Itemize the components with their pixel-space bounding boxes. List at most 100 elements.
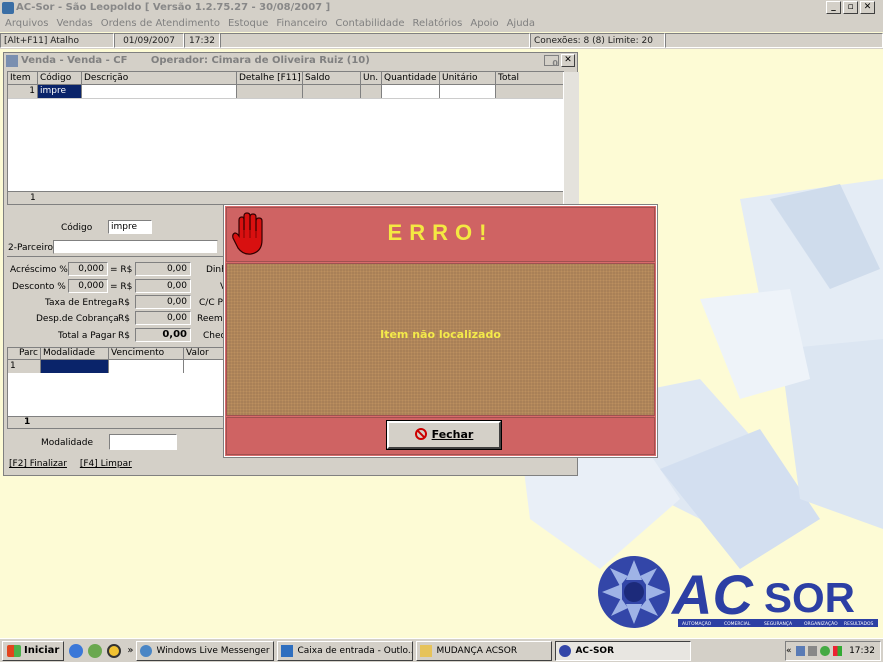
acrescimo-pct-input[interactable]: 0,000: [68, 262, 108, 276]
tray-chevron[interactable]: «: [786, 646, 792, 656]
col-parc[interactable]: Parc: [8, 348, 41, 359]
table-row[interactable]: 1: [8, 360, 228, 373]
windows-logo-icon: [7, 644, 21, 657]
col-total[interactable]: Total: [496, 72, 563, 84]
payments-grid[interactable]: Parc Modalidade Vencimento Valor 1 1: [7, 347, 229, 429]
cell-detalhe[interactable]: [237, 85, 303, 98]
cell-saldo: [303, 85, 361, 98]
table-row[interactable]: 1 impre: [8, 85, 563, 99]
restore-button[interactable]: ▫: [843, 1, 858, 14]
col-unitario[interactable]: Unitário: [440, 72, 496, 84]
menu-financeiro[interactable]: Financeiro: [276, 16, 327, 32]
volume-icon[interactable]: [807, 646, 818, 656]
app-title-bar[interactable]: AC-Sor - São Leopoldo [ Versão 1.2.75.27…: [0, 0, 883, 16]
col-codigo[interactable]: Código: [38, 72, 82, 84]
menu-apoio[interactable]: Apoio: [470, 16, 498, 32]
acsor-logo: AC SOR AUTOMAÇÃO COMERCIAL SEGURANÇA ORG…: [598, 556, 878, 628]
start-button[interactable]: Iniciar: [2, 640, 65, 661]
cell-vencimento[interactable]: [109, 360, 184, 373]
taxa-entrega-value[interactable]: 0,00: [135, 295, 191, 309]
status-connections: Conexões: 8 (8) Limite: 20: [530, 33, 665, 48]
desp-cobranca-rs-label: R$: [118, 314, 130, 324]
quicklaunch-chevron[interactable]: »: [127, 645, 133, 656]
cell-descricao[interactable]: [82, 85, 237, 98]
fechar-label: Fechar: [431, 428, 474, 441]
close-button[interactable]: ✕: [860, 1, 875, 14]
brand-tagline-3: SEGURANÇA: [764, 621, 793, 627]
taskbar: Iniciar » Windows Live Messenger Caixa d…: [0, 638, 883, 662]
parceiro-input[interactable]: [53, 240, 218, 254]
error-header: ERRO!: [226, 207, 655, 262]
fechar-button[interactable]: Fechar: [386, 420, 502, 450]
menu-vendas[interactable]: Vendas: [57, 16, 93, 32]
brand-tagline-2: COMERCIAL: [724, 621, 751, 627]
cell-modalidade[interactable]: [41, 360, 109, 373]
menu-arquivos[interactable]: Arquivos: [5, 16, 49, 32]
items-grid-scrollbar[interactable]: [563, 72, 579, 206]
col-valor[interactable]: Valor: [184, 348, 228, 359]
cheque-label: Chec: [203, 331, 226, 341]
items-grid[interactable]: Item Código Descrição Detalhe [F11] Sald…: [7, 71, 579, 206]
col-modalidade[interactable]: Modalidade: [41, 348, 109, 359]
window-logo-icon: [6, 55, 18, 67]
tray-clock[interactable]: 17:32: [849, 646, 875, 656]
desp-cobranca-value[interactable]: 0,00: [135, 311, 191, 325]
cell-unitario[interactable]: [440, 85, 496, 98]
payments-grid-footer: 1: [8, 416, 228, 428]
items-grid-header: Item Código Descrição Detalhe [F11] Sald…: [8, 72, 563, 85]
col-quantidade[interactable]: Quantidade: [382, 72, 440, 84]
menu-ordens[interactable]: Ordens de Atendimento: [101, 16, 220, 32]
cell-quantidade[interactable]: [382, 85, 440, 98]
col-detalhe[interactable]: Detalhe [F11]: [237, 72, 303, 84]
desconto-value[interactable]: 0,00: [135, 279, 191, 293]
total-pagar-value: 0,00: [135, 328, 191, 342]
no-entry-icon: [414, 428, 427, 440]
task-outlook[interactable]: Caixa de entrada - Outlo...: [277, 640, 414, 661]
cell-codigo[interactable]: impre: [38, 85, 82, 98]
menu-bar: Arquivos Vendas Ordens de Atendimento Es…: [0, 16, 883, 32]
minimize-button[interactable]: _: [826, 1, 841, 14]
media-player-icon[interactable]: [107, 643, 122, 658]
acrescimo-value[interactable]: 0,00: [135, 262, 191, 276]
task-acsor[interactable]: AC-SOR: [555, 640, 692, 661]
menu-relatorios[interactable]: Relatórios: [413, 16, 463, 32]
menu-estoque[interactable]: Estoque: [228, 16, 268, 32]
col-descricao[interactable]: Descrição: [82, 72, 237, 84]
desconto-rs-label: = R$: [110, 282, 133, 292]
modalidade-input[interactable]: [109, 434, 177, 450]
sale-window-title: Venda - Venda - CF: [21, 55, 128, 66]
folder-icon: [420, 644, 433, 657]
sale-window-close-button[interactable]: ✕: [561, 54, 575, 67]
error-footer: Fechar: [226, 417, 655, 455]
desconto-label: Desconto %: [12, 282, 66, 292]
limpar-link[interactable]: [F4] Limpar: [80, 459, 132, 469]
col-vencimento[interactable]: Vencimento: [109, 348, 184, 359]
codigo-input[interactable]: impre: [108, 220, 152, 234]
ie-icon[interactable]: [69, 643, 84, 658]
error-title: ERRO!: [387, 220, 494, 245]
task-outlook-label: Caixa de entrada - Outlo...: [297, 645, 414, 656]
brand-ac: AC: [670, 563, 754, 626]
payments-grid-header: Parc Modalidade Vencimento Valor: [8, 348, 228, 360]
desconto-pct-input[interactable]: 0,000: [68, 279, 108, 293]
col-un[interactable]: Un.: [361, 72, 382, 84]
cell-valor[interactable]: [184, 360, 228, 373]
divider: [7, 256, 225, 257]
desktop-icon[interactable]: [88, 643, 103, 658]
codigo-label: Código: [61, 223, 93, 233]
col-item[interactable]: Item: [8, 72, 38, 84]
task-mudanca[interactable]: MUDANÇA ACSOR: [416, 640, 553, 661]
messenger-tray-icon[interactable]: [820, 646, 830, 656]
desp-cobranca-label: Desp.de Cobrança: [36, 314, 119, 324]
security-icon[interactable]: [832, 646, 843, 656]
finalizar-link[interactable]: [F2] Finalizar: [9, 459, 67, 469]
messenger-icon: [140, 644, 153, 657]
window-indicator: 0: [544, 55, 559, 68]
network-icon[interactable]: [795, 646, 805, 656]
task-messenger[interactable]: Windows Live Messenger: [136, 640, 275, 661]
menu-contabilidade[interactable]: Contabilidade: [335, 16, 404, 32]
sale-window-titlebar[interactable]: Venda - Venda - CF Operador: Cimara de O…: [4, 53, 577, 69]
col-saldo[interactable]: Saldo: [303, 72, 361, 84]
items-grid-footer: 1: [8, 191, 563, 204]
menu-ajuda[interactable]: Ajuda: [507, 16, 535, 32]
